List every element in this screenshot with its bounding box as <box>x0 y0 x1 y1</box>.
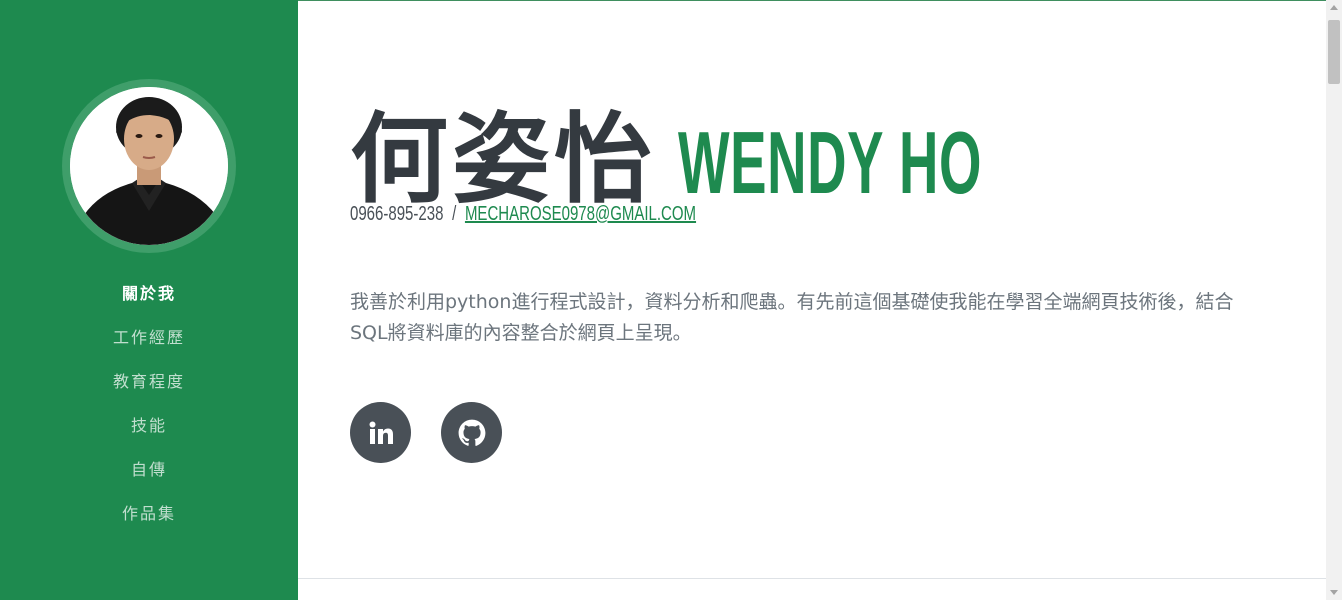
avatar-ring <box>62 79 236 253</box>
avatar <box>70 87 228 245</box>
scrollbar[interactable] <box>1326 0 1342 600</box>
name-chinese: 何姿怡 <box>350 103 657 217</box>
main-content: 何姿怡 WENDY HO 0966-895-238 / MECHAROSE097… <box>298 0 1326 600</box>
phone-number: 0966-895-238 <box>350 203 444 225</box>
page-title: 何姿怡 WENDY HO <box>350 80 1168 217</box>
email-link[interactable]: MECHAROSE0978@GMAIL.COM <box>465 203 696 225</box>
profile-photo <box>70 87 228 245</box>
sidebar: 關於我 工作經歷 教育程度 技能 自傳 作品集 <box>0 0 298 600</box>
nav-skills[interactable]: 技能 <box>0 404 298 448</box>
nav-education[interactable]: 教育程度 <box>0 360 298 404</box>
github-button[interactable] <box>441 402 502 463</box>
name-english: WENDY HO <box>678 113 983 212</box>
github-icon <box>458 419 485 446</box>
nav-portfolio[interactable]: 作品集 <box>0 492 298 536</box>
nav-experience[interactable]: 工作經歷 <box>0 316 298 360</box>
nav-autobiography[interactable]: 自傳 <box>0 448 298 492</box>
social-links <box>350 402 502 463</box>
scroll-up-arrow[interactable] <box>1330 5 1338 10</box>
linkedin-icon <box>369 421 393 444</box>
about-text: 我善於利用python進行程式設計，資料分析和爬蟲。有先前這個基礎使我能在學習全… <box>350 291 1234 344</box>
sidebar-nav: 關於我 工作經歷 教育程度 技能 自傳 作品集 <box>0 272 298 536</box>
scroll-thumb[interactable] <box>1328 20 1340 84</box>
contact-separator: / <box>452 203 457 225</box>
section-divider <box>298 578 1326 579</box>
nav-about[interactable]: 關於我 <box>0 272 298 316</box>
linkedin-button[interactable] <box>350 402 411 463</box>
scroll-down-arrow[interactable] <box>1330 590 1338 595</box>
contact-line: 0966-895-238 / MECHAROSE0978@GMAIL.COM <box>350 203 811 226</box>
